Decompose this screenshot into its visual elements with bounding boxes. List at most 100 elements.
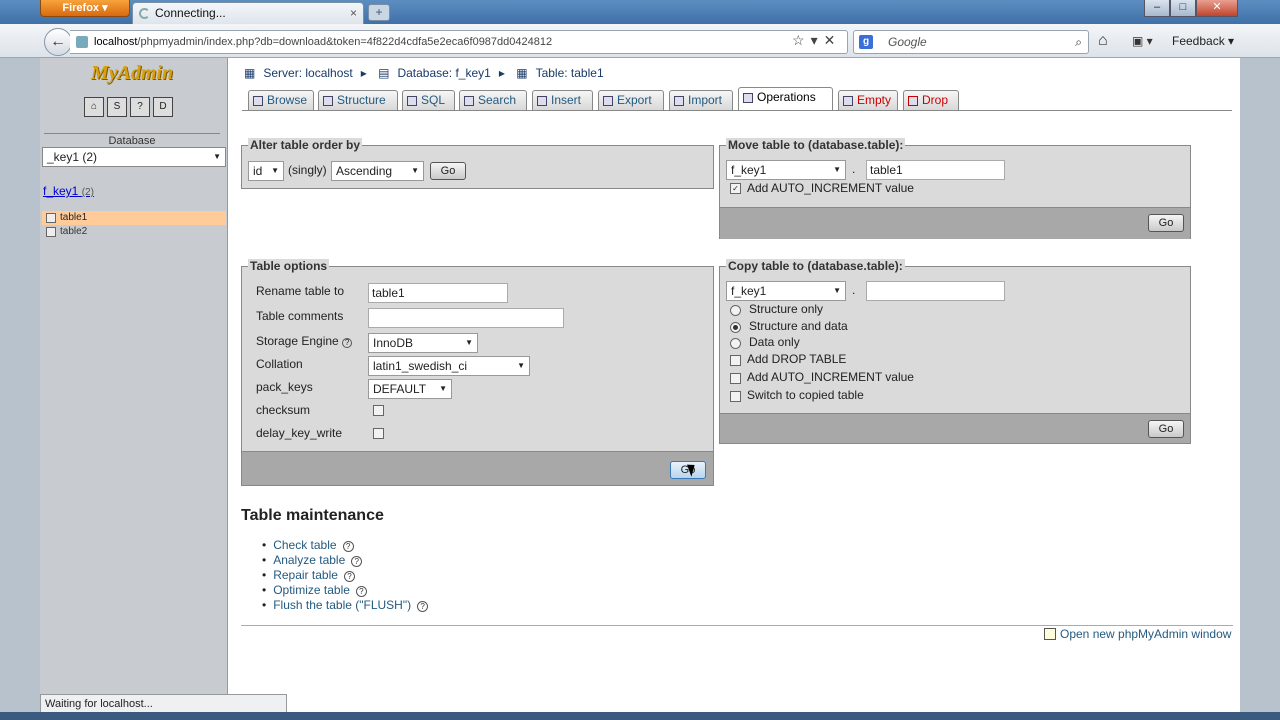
new-tab-button[interactable]: + xyxy=(368,4,390,21)
url-path: /phpmyadmin/index.php?db=download&token=… xyxy=(137,36,553,48)
auto-increment-checkbox[interactable]: ✓ xyxy=(730,183,741,194)
sql-icon[interactable]: S xyxy=(107,97,127,117)
tab-drop[interactable]: Drop xyxy=(903,90,959,110)
dropdown-icon[interactable]: ▾ xyxy=(811,32,824,48)
pma-logo[interactable]: MyAdmin xyxy=(62,62,202,92)
structure-only-radio[interactable] xyxy=(730,305,741,316)
checksum-label: checksum xyxy=(256,403,311,417)
delay-key-write-checkbox[interactable] xyxy=(373,428,384,439)
optimize-table-link[interactable]: Optimize table xyxy=(273,583,350,597)
analyze-table-link[interactable]: Analyze table xyxy=(273,553,345,567)
rename-input[interactable]: table1 xyxy=(368,283,508,303)
order-column-select[interactable]: id ▼ xyxy=(248,161,284,181)
move-table-go-button[interactable]: Go xyxy=(1148,214,1184,232)
help-icon[interactable]: ? xyxy=(342,541,354,552)
switch-to-copied-checkbox[interactable] xyxy=(730,391,741,402)
table-icon xyxy=(46,213,56,223)
help-icon[interactable]: ? xyxy=(417,601,429,612)
loading-icon xyxy=(139,8,150,19)
back-button[interactable]: ← xyxy=(44,28,72,56)
feedback-button[interactable]: Feedback ▾ xyxy=(1172,34,1234,48)
copy-table-name-input[interactable] xyxy=(866,281,1005,301)
tab-browse[interactable]: Browse xyxy=(248,90,314,110)
breadcrumb-server[interactable]: Server: localhost xyxy=(263,66,352,80)
flush-table-link[interactable]: Flush the table ("FLUSH") xyxy=(273,598,411,612)
repair-table-link[interactable]: Repair table xyxy=(273,568,338,582)
google-icon[interactable]: g xyxy=(859,35,873,49)
list-item: Optimize table? xyxy=(262,583,428,598)
bookmarks-menu-icon[interactable]: ▣ ▾ xyxy=(1132,34,1153,48)
separator-dot: . xyxy=(852,283,856,297)
breadcrumb-table[interactable]: Table: table1 xyxy=(536,66,604,80)
move-table-fieldset: Move table to (database.table): f_key1 ▼ … xyxy=(719,138,1191,239)
help-icon[interactable]: ? xyxy=(130,97,150,117)
database-table-count: (2) xyxy=(81,187,94,198)
tab-operations[interactable]: Operations xyxy=(738,87,833,110)
alter-order-go-button[interactable]: Go xyxy=(430,162,466,180)
chevron-down-icon: ▼ xyxy=(833,286,841,295)
pack-keys-select[interactable]: DEFAULT ▼ xyxy=(368,379,452,399)
engine-select[interactable]: InnoDB ▼ xyxy=(368,333,478,353)
docs-icon[interactable]: D xyxy=(153,97,173,117)
data-only-label: Data only xyxy=(749,335,800,349)
fieldset-legend: Alter table order by xyxy=(248,138,363,152)
desktop-left-edge xyxy=(0,58,40,720)
order-direction-select[interactable]: Ascending ▼ xyxy=(331,161,424,181)
copy-database-select[interactable]: f_key1 ▼ xyxy=(726,281,846,301)
checksum-checkbox[interactable] xyxy=(373,405,384,416)
comments-input[interactable] xyxy=(368,308,564,328)
open-new-window-link[interactable]: Open new phpMyAdmin window xyxy=(1044,627,1231,641)
drop-icon xyxy=(908,96,918,106)
tab-empty[interactable]: Empty xyxy=(838,90,898,110)
structure-and-data-label: Structure and data xyxy=(749,319,848,333)
nav-table-item[interactable]: table2 xyxy=(42,225,226,239)
tab-search[interactable]: Search xyxy=(459,90,527,110)
move-database-select[interactable]: f_key1 ▼ xyxy=(726,160,846,180)
database-link[interactable]: f_key1 (2) xyxy=(43,184,94,198)
search-icon[interactable]: ⌕ xyxy=(1075,31,1082,53)
copy-table-go-button[interactable]: Go xyxy=(1148,420,1184,438)
help-icon[interactable]: ? xyxy=(342,338,353,348)
add-drop-table-checkbox[interactable] xyxy=(730,355,741,366)
firefox-menu-button[interactable]: Firefox ▾ xyxy=(40,0,130,17)
add-drop-table-label: Add DROP TABLE xyxy=(747,352,847,366)
home-icon[interactable]: ⌂ xyxy=(84,97,104,117)
help-icon[interactable]: ? xyxy=(343,571,355,582)
browser-tab[interactable]: Connecting... × xyxy=(132,2,364,24)
comments-label: Table comments xyxy=(256,309,344,323)
close-tab-icon[interactable]: × xyxy=(350,3,357,24)
help-icon[interactable]: ? xyxy=(355,586,367,597)
home-icon[interactable]: ⌂ xyxy=(1098,32,1108,50)
tab-export[interactable]: Export xyxy=(598,90,664,110)
maintenance-list: Check table? Analyze table? Repair table… xyxy=(262,538,429,613)
select-value: latin1_swedish_ci xyxy=(373,359,468,373)
desktop-right-edge xyxy=(1240,58,1280,720)
select-value: DEFAULT xyxy=(373,382,427,396)
tab-sql[interactable]: SQL xyxy=(402,90,455,110)
url-bar[interactable]: localhost/phpmyadmin/index.php?db=downlo… xyxy=(70,30,848,54)
collation-select[interactable]: latin1_swedish_ci ▼ xyxy=(368,356,530,376)
singly-label: (singly) xyxy=(288,163,327,177)
close-window-button[interactable]: ✕ xyxy=(1196,0,1238,17)
check-table-link[interactable]: Check table xyxy=(273,538,336,552)
tab-structure[interactable]: Structure xyxy=(318,90,398,110)
help-icon[interactable]: ? xyxy=(351,556,363,567)
stop-icon[interactable]: ✕ xyxy=(824,32,842,48)
tab-import[interactable]: Import xyxy=(669,90,733,110)
move-table-name-input[interactable]: table1 xyxy=(866,160,1005,180)
pack-keys-label: pack_keys xyxy=(256,380,313,394)
footer-divider xyxy=(241,625,1233,626)
breadcrumb-database[interactable]: Database: f_key1 xyxy=(397,66,490,80)
bookmark-star-icon[interactable]: ☆ xyxy=(792,32,811,48)
sql-icon xyxy=(407,96,417,106)
database-select[interactable]: _key1 (2) ▼ xyxy=(42,147,226,167)
tab-insert[interactable]: Insert xyxy=(532,90,593,110)
window-icon xyxy=(1044,628,1056,640)
structure-and-data-radio[interactable] xyxy=(730,322,741,333)
copy-auto-increment-checkbox[interactable] xyxy=(730,373,741,384)
search-input[interactable]: g Google ⌕ xyxy=(853,30,1089,54)
data-only-radio[interactable] xyxy=(730,338,741,349)
minimize-button[interactable]: – xyxy=(1144,0,1170,17)
nav-table-item[interactable]: table1 xyxy=(42,211,226,225)
maximize-button[interactable]: □ xyxy=(1170,0,1196,17)
